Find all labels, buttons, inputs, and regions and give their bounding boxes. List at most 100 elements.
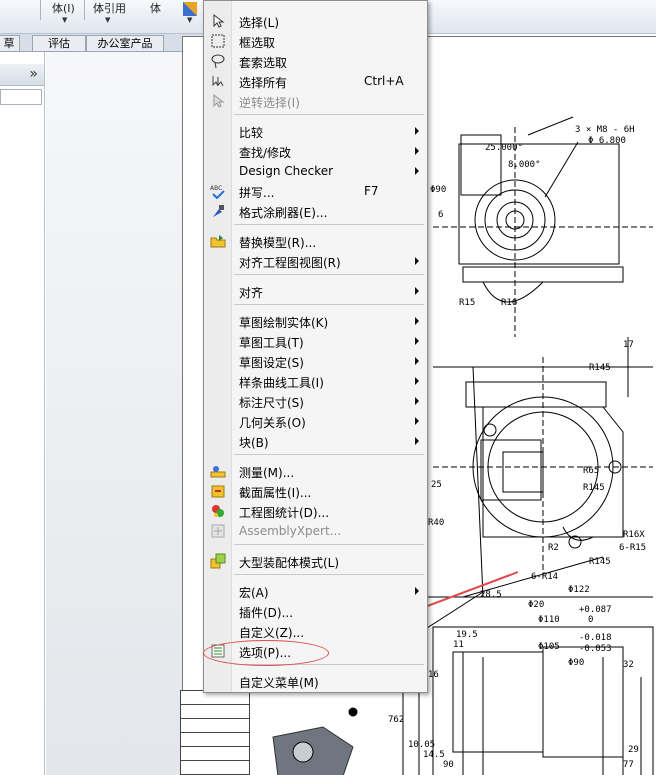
- ribbon-solid-button[interactable]: 体: [150, 0, 161, 16]
- dim-label: Φ122: [568, 585, 590, 595]
- command-manager-tabs: 草图 评估 办公室产品: [0, 34, 205, 65]
- menu-item-format-painter[interactable]: 格式涂刷器(E)...: [204, 201, 427, 221]
- assemblyxpert-icon: [211, 524, 225, 538]
- expand-chevron-icon[interactable]: »: [29, 65, 38, 83]
- menu-item-relations[interactable]: 几何关系(O): [204, 411, 427, 431]
- dim-label: 0: [588, 615, 593, 625]
- menu-item-replace-model[interactable]: 替换模型(R)...: [204, 231, 427, 251]
- menu-separator: [234, 454, 424, 455]
- menu-item-align[interactable]: 对齐: [204, 281, 427, 301]
- drawing-statistics-icon: [212, 505, 224, 517]
- shortcut-text: F7: [364, 184, 379, 198]
- dim-label: 10.05: [408, 740, 435, 750]
- menu-item-align-drawing-view[interactable]: 对齐工程图视图(R): [204, 251, 427, 271]
- menu-item-large-assembly-mode[interactable]: 大型装配体模式(L): [204, 551, 427, 571]
- menu-item-dimensions[interactable]: 标注尺寸(S): [204, 391, 427, 411]
- spellcheck-icon: ABC: [210, 185, 225, 199]
- dim-label: Φ90: [430, 185, 446, 195]
- menu-item-sketch-settings[interactable]: 草图设定(S): [204, 351, 427, 371]
- menu-item-invert-select[interactable]: 逆转选择(I): [204, 91, 427, 111]
- dim-label: 90: [443, 760, 454, 770]
- dim-label: Φ20: [528, 600, 544, 610]
- menu-separator: [234, 304, 424, 305]
- dim-label: 32: [623, 660, 634, 670]
- dim-label: 6-R15: [619, 543, 646, 553]
- dim-label: -0.018: [579, 633, 612, 643]
- submenu-arrow-icon: [415, 287, 419, 295]
- submenu-arrow-icon: [415, 377, 419, 385]
- menu-item-select-all[interactable]: 选择所有 Ctrl+A: [204, 71, 427, 91]
- dim-label: 6-R14: [531, 572, 558, 582]
- dim-label: R145: [589, 363, 611, 373]
- ribbon-separator: [84, 0, 85, 20]
- context-menu: 选择(L) 框选取 套索选取 选择所有 Ctrl+A 逆转选择(I) 比较 查找…: [203, 0, 428, 693]
- menu-item-lasso-select[interactable]: 套索选取: [204, 51, 427, 71]
- shortcut-text: Ctrl+A: [364, 74, 404, 88]
- ribbon-body-button[interactable]: 体(I): [52, 0, 75, 16]
- invert-select-icon: [213, 93, 225, 108]
- menu-item-customize-menu[interactable]: 自定义菜单(M): [204, 671, 427, 691]
- dim-label: 17: [623, 340, 634, 350]
- dim-label: 14.5: [423, 750, 445, 760]
- dim-label: Φ 6.800: [588, 136, 626, 146]
- tab-evaluate[interactable]: 评估: [32, 35, 86, 51]
- ribbon-separator: [40, 0, 41, 20]
- dim-label: 16: [428, 670, 439, 680]
- submenu-arrow-icon: [415, 397, 419, 405]
- tab-sketch[interactable]: 草图: [0, 35, 20, 65]
- submenu-arrow-icon: [415, 587, 419, 595]
- menu-item-drawing-statistics[interactable]: 工程图统计(D)...: [204, 501, 427, 521]
- menu-item-assemblyxpert[interactable]: AssemblyXpert...: [204, 521, 427, 541]
- menu-item-spline-tools[interactable]: 样条曲线工具(I): [204, 371, 427, 391]
- title-block: [180, 690, 250, 775]
- menu-item-measure[interactable]: 测量(M)...: [204, 461, 427, 481]
- dim-label: 28.5: [480, 590, 502, 600]
- dim-label: 3 × M8 - 6H: [575, 125, 635, 135]
- menu-item-compare[interactable]: 比较: [204, 121, 427, 141]
- arrow-select-icon: [213, 13, 225, 28]
- dim-label: 762: [388, 715, 404, 725]
- tab-office-products[interactable]: 办公室产品: [86, 35, 164, 51]
- menu-item-sketch-tools[interactable]: 草图工具(T): [204, 331, 427, 351]
- menu-item-macro[interactable]: 宏(A): [204, 581, 427, 601]
- panel-header: »: [0, 64, 44, 86]
- panel-filter-input[interactable]: [0, 89, 42, 105]
- menu-item-customize[interactable]: 自定义(Z)...: [204, 621, 427, 641]
- chevron-down-icon[interactable]: ▼: [62, 16, 67, 24]
- lasso-select-icon: [211, 54, 225, 69]
- submenu-arrow-icon: [415, 337, 419, 345]
- chevron-down-icon[interactable]: ▼: [105, 16, 110, 24]
- chevron-down-icon[interactable]: ▼: [187, 16, 192, 24]
- submenu-arrow-icon: [415, 317, 419, 325]
- grid-icon[interactable]: [183, 2, 197, 16]
- ribbon-body-reference-button[interactable]: 体引用: [93, 0, 126, 16]
- dim-label: Φ90: [568, 658, 584, 668]
- dim-label: 25: [431, 480, 442, 490]
- select-all-icon: [212, 76, 224, 87]
- menu-item-sketch-entities[interactable]: 草图绘制实体(K): [204, 311, 427, 331]
- menu-item-select[interactable]: 选择(L): [204, 11, 427, 31]
- measure-icon: [210, 466, 226, 478]
- dim-label: 29: [628, 745, 639, 755]
- menu-separator: [234, 574, 424, 575]
- dim-label: R40: [428, 518, 444, 528]
- submenu-arrow-icon: [415, 167, 419, 175]
- dim-label: 8.000°: [508, 160, 541, 170]
- menu-item-box-select[interactable]: 框选取: [204, 31, 427, 51]
- menu-separator: [234, 114, 424, 115]
- menu-item-design-checker[interactable]: Design Checker: [204, 161, 427, 181]
- menu-item-blocks[interactable]: 块(B): [204, 431, 427, 451]
- dim-label: -0.053: [579, 644, 612, 654]
- feature-manager-panel: »: [0, 52, 45, 775]
- menu-separator: [234, 544, 424, 545]
- menu-item-section-properties[interactable]: 截面属性(I)...: [204, 481, 427, 501]
- format-painter-icon: [213, 205, 224, 217]
- dim-label: R65: [583, 466, 599, 476]
- menu-item-add-ins[interactable]: 插件(D)...: [204, 601, 427, 621]
- dim-label: R145: [583, 483, 605, 493]
- menu-item-spelling[interactable]: ABC 拼写... F7: [204, 181, 427, 201]
- dim-label: R16: [501, 298, 517, 308]
- submenu-arrow-icon: [415, 257, 419, 265]
- menu-item-find-modify[interactable]: 查找/修改: [204, 141, 427, 161]
- dim-label: R16X: [623, 530, 645, 540]
